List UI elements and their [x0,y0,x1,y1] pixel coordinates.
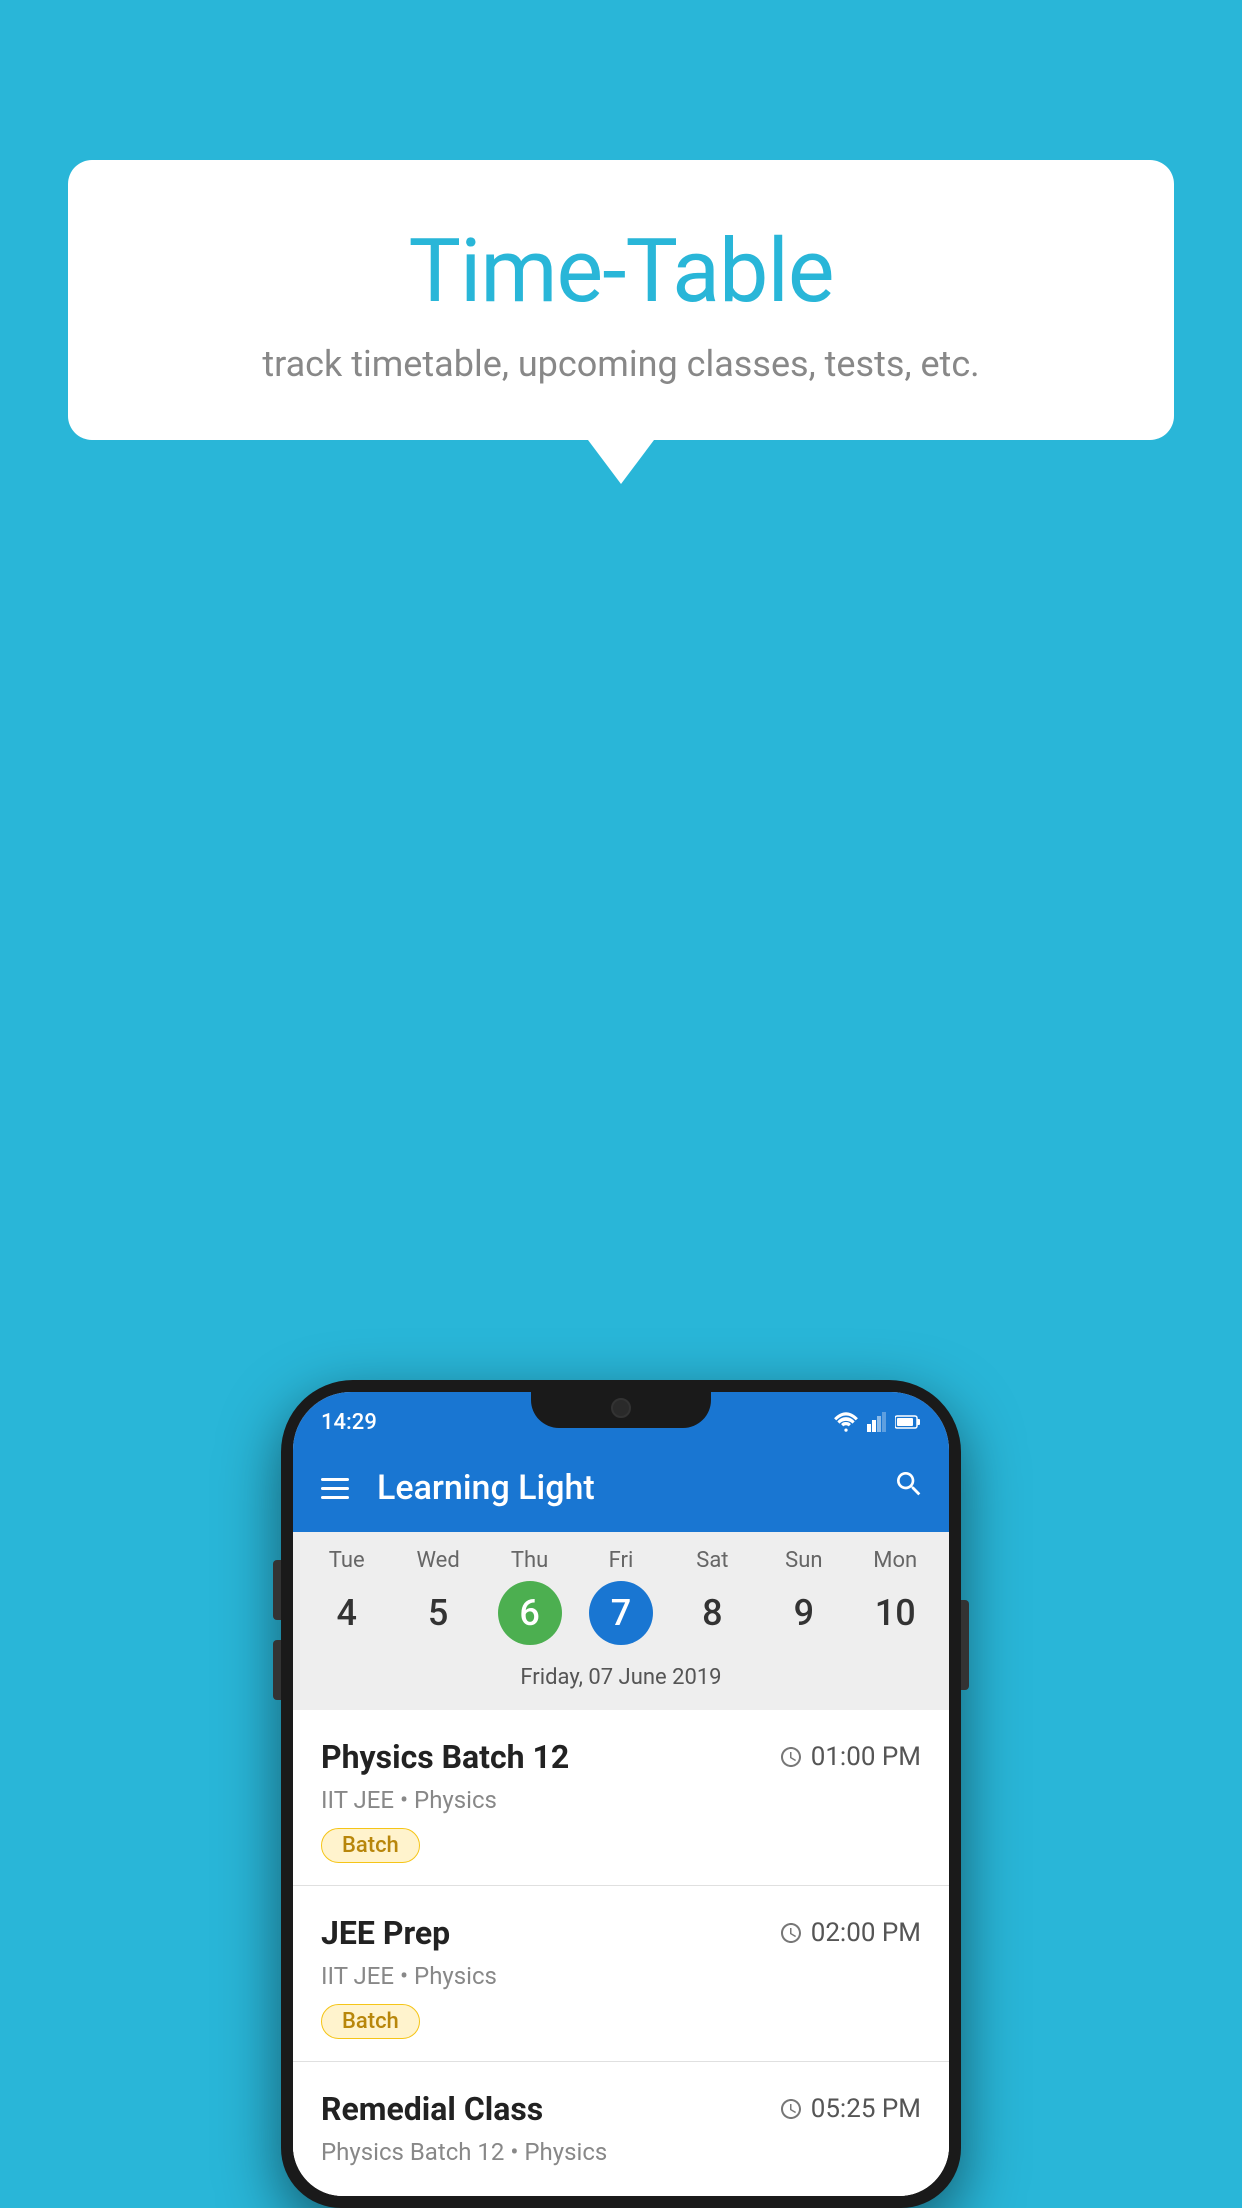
day-name: Mon [873,1548,917,1573]
batch-tag: Batch [321,1828,420,1863]
day-name: Sat [696,1548,728,1573]
hamburger-line-3 [321,1496,349,1499]
time-text: 01:00 PM [811,1742,921,1772]
search-icon[interactable] [893,1468,925,1509]
volume-up-button [273,1560,281,1620]
day-number[interactable]: 7 [589,1581,653,1645]
days-row: Tue 4 Wed 5 Thu 6 Fri 7 Sat 8 Sun 9 Mon 10 [293,1548,949,1645]
item-title: Remedial Class [321,2090,543,2128]
schedule-list: Physics Batch 12 01:00 PM IIT JEE • Physic… [293,1710,949,2196]
speech-bubble-container: Time-Table track timetable, upcoming cla… [68,160,1174,440]
day-name: Wed [417,1548,460,1573]
day-number[interactable]: 10 [863,1581,927,1645]
signal-icon [867,1412,887,1432]
batch-tag: Batch [321,2004,420,2039]
wifi-icon [833,1412,859,1432]
item-time: 02:00 PM [779,1918,921,1948]
item-time: 05:25 PM [779,2094,921,2124]
front-camera [611,1398,631,1418]
item-subtitle: Physics Batch 12 • Physics [321,2138,921,2166]
day-column[interactable]: Sun 9 [758,1548,849,1645]
status-icons [833,1412,921,1432]
phone-mockup: 14:29 [281,1380,961,2208]
day-column[interactable]: Sat 8 [667,1548,758,1645]
day-column[interactable]: Thu 6 [484,1548,575,1645]
schedule-item[interactable]: Physics Batch 12 01:00 PM IIT JEE • Physic… [293,1710,949,1886]
schedule-item[interactable]: Remedial Class 05:25 PM Physics Batch 12 •… [293,2062,949,2196]
phone-screen: 14:29 [293,1392,949,2196]
phone-outer: 14:29 [281,1380,961,2208]
bubble-subtitle: track timetable, upcoming classes, tests… [108,343,1134,385]
item-header: JEE Prep 02:00 PM [321,1914,921,1952]
speech-bubble: Time-Table track timetable, upcoming cla… [68,160,1174,440]
item-header: Remedial Class 05:25 PM [321,2090,921,2128]
time-text: 05:25 PM [811,2094,921,2124]
day-column[interactable]: Tue 4 [301,1548,392,1645]
selected-date-label: Friday, 07 June 2019 [293,1657,949,1702]
item-time: 01:00 PM [779,1742,921,1772]
day-name: Thu [511,1548,548,1573]
hamburger-line-2 [321,1487,349,1490]
day-number[interactable]: 9 [772,1581,836,1645]
clock-icon [779,1745,803,1769]
day-column[interactable]: Fri 7 [575,1548,666,1645]
item-subtitle: IIT JEE • Physics [321,1962,921,1990]
day-number[interactable]: 8 [680,1581,744,1645]
hamburger-menu-button[interactable] [317,1474,353,1503]
bubble-title: Time-Table [108,220,1134,323]
day-number[interactable]: 5 [406,1581,470,1645]
calendar-strip: Tue 4 Wed 5 Thu 6 Fri 7 Sat 8 Sun 9 Mon 10 Friday, 07… [293,1532,949,1710]
item-subtitle: IIT JEE • Physics [321,1786,921,1814]
day-column[interactable]: Mon 10 [850,1548,941,1645]
status-time: 14:29 [321,1410,377,1435]
clock-icon [779,1921,803,1945]
app-title: Learning Light [377,1468,869,1508]
schedule-item[interactable]: JEE Prep 02:00 PM IIT JEE • Physics Batch [293,1886,949,2062]
day-number[interactable]: 4 [315,1581,379,1645]
hamburger-line-1 [321,1478,349,1481]
battery-icon [895,1414,921,1430]
item-title: JEE Prep [321,1914,450,1952]
day-name: Tue [329,1548,365,1573]
item-title: Physics Batch 12 [321,1738,569,1776]
item-header: Physics Batch 12 01:00 PM [321,1738,921,1776]
app-bar: Learning Light [293,1444,949,1532]
day-name: Sun [785,1548,822,1573]
day-column[interactable]: Wed 5 [392,1548,483,1645]
day-number[interactable]: 6 [498,1581,562,1645]
day-name: Fri [609,1548,634,1573]
power-button [961,1600,969,1690]
volume-down-button [273,1640,281,1700]
clock-icon [779,2097,803,2121]
time-text: 02:00 PM [811,1918,921,1948]
